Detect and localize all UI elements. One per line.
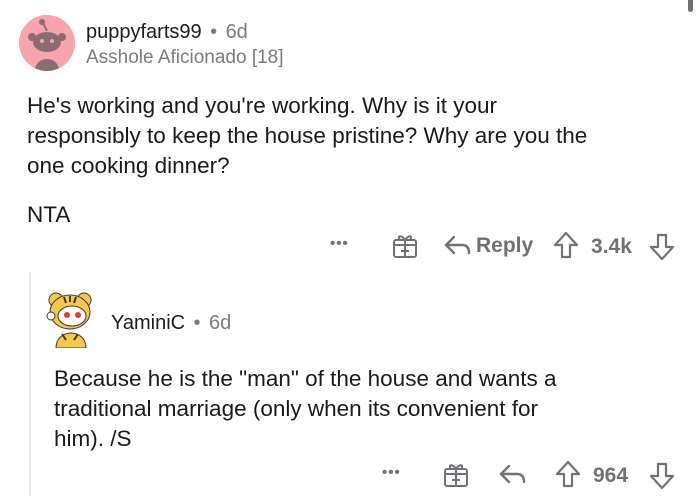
upvote-arrow-icon <box>555 460 581 488</box>
comment-time: 6d <box>225 21 248 43</box>
meta-separator: • <box>210 21 218 43</box>
reply-upvote-button[interactable] <box>554 459 582 494</box>
reply-reply-button[interactable] <box>497 460 527 493</box>
downvote-arrow-icon <box>649 233 675 261</box>
reply-button[interactable]: Reply <box>442 231 533 259</box>
vote-score: 3.4k <box>591 235 632 258</box>
user-flair: Asshole Aficionado [18] <box>86 47 284 68</box>
gift-icon <box>444 464 468 487</box>
upvote-arrow-icon <box>553 231 579 259</box>
meta-separator: • <box>193 312 201 334</box>
upvote-button[interactable] <box>552 230 580 265</box>
reply-text-line: traditional marriage (only when its conv… <box>54 396 538 421</box>
tiger-snoo-avatar-icon <box>46 292 92 349</box>
comment-text-line: one cooking dinner? <box>27 153 230 178</box>
reply-label: Reply <box>476 233 534 257</box>
reply-text-line: Because he is the "man" of the house and… <box>54 366 557 391</box>
avatar[interactable] <box>19 15 75 71</box>
downvote-arrow-icon <box>649 462 675 490</box>
scrollbar-thumb[interactable] <box>688 0 693 12</box>
reply-body: Because he is the "man" of the house and… <box>54 364 684 454</box>
thread-line[interactable] <box>29 272 31 496</box>
downvote-button[interactable] <box>648 232 676 267</box>
reply-vote-score: 964 <box>593 464 629 487</box>
comment-text-line: responsibly to keep the house pristine? … <box>27 123 588 148</box>
reply-avatar[interactable] <box>44 290 98 349</box>
comment-body: He's working and you're working. Why is … <box>27 91 687 181</box>
comment-text-line: He's working and you're working. Why is … <box>27 93 498 118</box>
award-button[interactable] <box>390 230 420 265</box>
more-options-button[interactable]: ••• <box>330 236 349 251</box>
reply-text-line: him). /S <box>54 426 132 451</box>
snoo-avatar-icon <box>28 19 66 71</box>
reply-downvote-button[interactable] <box>648 461 676 496</box>
reply-header: YaminiC • 6d <box>111 313 231 334</box>
reply-more-options-button[interactable]: ••• <box>382 465 401 480</box>
reply-award-button[interactable] <box>441 459 471 494</box>
reply-time: 6d <box>209 312 232 334</box>
gift-icon <box>393 235 417 258</box>
reply-arrow-icon <box>444 235 471 255</box>
username-link[interactable]: puppyfarts99 <box>86 21 202 43</box>
reply-arrow-icon <box>499 464 526 484</box>
reply-username-link[interactable]: YaminiC <box>111 312 185 334</box>
comment-verdict: NTA <box>27 202 71 227</box>
comment-header: puppyfarts99 • 6d <box>86 22 248 43</box>
